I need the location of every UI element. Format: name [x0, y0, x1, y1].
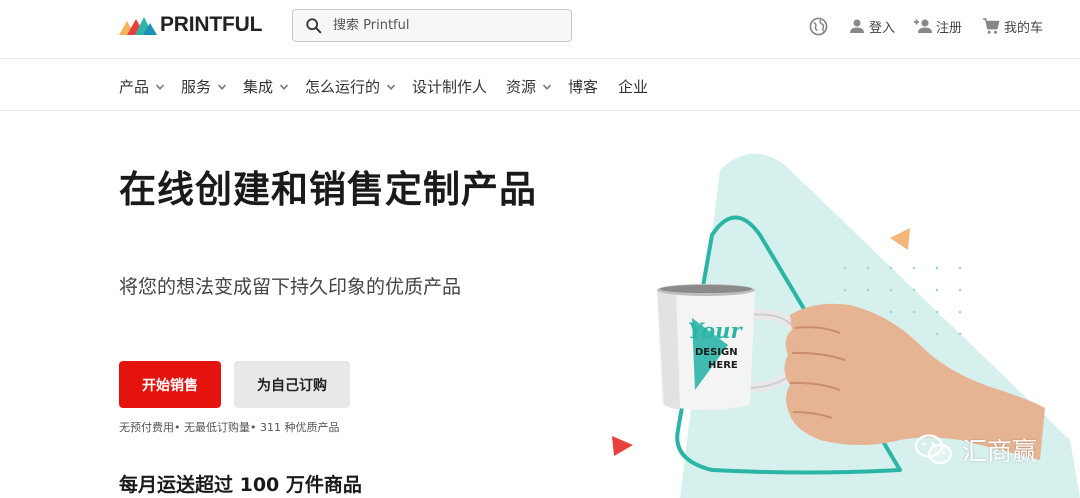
- nav-item-label: 设计制作人: [412, 78, 488, 96]
- nav-item-label: 产品: [119, 78, 150, 96]
- login-link[interactable]: 登入: [849, 14, 895, 38]
- nav-item-label: 资源: [506, 78, 537, 96]
- nav-item-designers[interactable]: 设计制作人: [412, 76, 487, 97]
- orange-triangle-shape: [890, 228, 910, 250]
- start-selling-button[interactable]: 开始销售: [119, 361, 221, 408]
- globe-icon: [809, 17, 828, 35]
- logo-text: PRINTFUL: [160, 13, 263, 36]
- user-icon: [850, 19, 864, 33]
- cart-link[interactable]: 我的车: [982, 14, 1043, 38]
- red-triangle-shape: [612, 436, 633, 456]
- search-input[interactable]: [333, 18, 553, 33]
- hero-note: 无预付费用• 无最低订购量• 311 种优质产品: [119, 421, 340, 434]
- logo-mark-icon: [119, 17, 157, 35]
- nav-item-blog[interactable]: 博客: [568, 76, 598, 97]
- hero-title: 在线创建和销售定制产品: [119, 168, 537, 211]
- search-box[interactable]: [292, 9, 572, 42]
- main-nav: 产品 服务 集成 怎么运行的 设计制作人 资源 博客 企业: [0, 60, 1080, 111]
- search-icon: [306, 17, 322, 33]
- chevron-down-icon: [386, 83, 396, 90]
- nav-item-services[interactable]: 服务: [181, 76, 227, 97]
- nav-item-label: 企业: [618, 78, 649, 96]
- chevron-down-icon: [279, 83, 289, 90]
- nav-item-label: 集成: [243, 78, 274, 96]
- nav-item-label: 服务: [181, 78, 212, 96]
- mug-here-text: HERE: [708, 360, 738, 371]
- watermark-text: 汇商赢: [962, 437, 1038, 466]
- nav-item-resources[interactable]: 资源: [506, 76, 552, 97]
- nav-item-enterprise[interactable]: 企业: [618, 76, 648, 97]
- add-user-icon: [914, 19, 932, 33]
- nav-item-label: 怎么运行的: [305, 78, 381, 96]
- hero-subtitle: 将您的想法变成留下持久印象的优质产品: [119, 276, 462, 298]
- mug-design-text: DESIGN: [695, 347, 738, 358]
- wechat-icon: [914, 434, 953, 465]
- top-bar: PRINTFUL 登入 注册: [0, 0, 1080, 59]
- shipping-heading: 每月运送超过 100 万件商品: [119, 474, 362, 496]
- chevron-down-icon: [217, 83, 227, 90]
- order-for-yourself-button[interactable]: 为自己订购: [234, 361, 350, 408]
- register-link[interactable]: 注册: [912, 14, 962, 38]
- login-label: 登入: [869, 20, 896, 36]
- nav-item-how-it-works[interactable]: 怎么运行的: [305, 76, 396, 97]
- chevron-down-icon: [542, 83, 552, 90]
- language-selector[interactable]: [809, 14, 828, 38]
- chevron-down-icon: [155, 83, 165, 90]
- cart-label: 我的车: [1004, 20, 1044, 36]
- cart-icon: [982, 18, 1000, 34]
- mug-your-text: Your: [688, 318, 743, 343]
- nav-item-integrations[interactable]: 集成: [243, 76, 289, 97]
- watermark: 汇商赢: [914, 432, 1037, 468]
- nav-item-label: 博客: [568, 78, 599, 96]
- register-label: 注册: [936, 20, 963, 36]
- printful-logo[interactable]: PRINTFUL: [119, 13, 262, 37]
- nav-item-products[interactable]: 产品: [119, 76, 165, 97]
